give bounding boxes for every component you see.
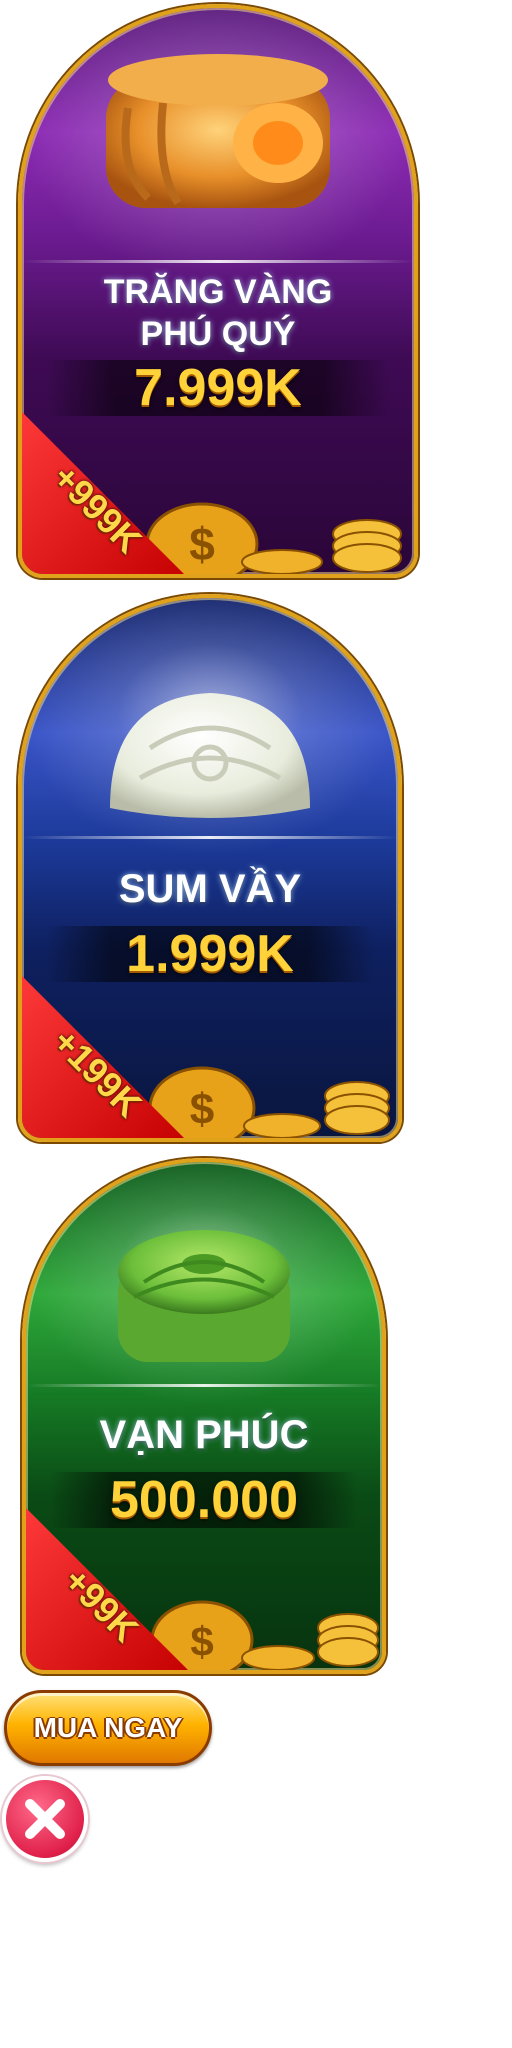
package-title: TRĂNG VÀNG — [103, 273, 333, 311]
card-divider — [26, 1384, 382, 1387]
package-title: SUM VẦY — [118, 867, 302, 911]
close-button[interactable] — [2, 1776, 88, 1862]
package-card-van-phuc[interactable]: VẠN PHÚC 500.000 $ +99K — [22, 1158, 386, 1674]
package-card-trang-vang[interactable]: TRĂNG VÀNG PHÚ QUÝ 7.999K $ +999K — [18, 4, 418, 578]
package-title-line2: PHÚ QUÝ — [140, 315, 296, 353]
package-price: 500.000 — [110, 1471, 298, 1529]
buy-now-label: MUA NGAY — [33, 1712, 183, 1743]
svg-text:$: $ — [189, 518, 215, 570]
svg-text:$: $ — [190, 1618, 213, 1665]
card-divider — [22, 260, 414, 263]
mooncake-icon — [106, 54, 330, 208]
card-divider — [22, 836, 398, 839]
price-band: 500.000 — [50, 1472, 358, 1528]
gold-coin-icon: $ — [145, 502, 402, 574]
package-price: 7.999K — [134, 359, 302, 417]
package-title: VẠN PHÚC — [99, 1413, 309, 1457]
package-price: 1.999K — [126, 925, 294, 983]
price-band: 7.999K — [46, 360, 390, 416]
price-band: 1.999K — [46, 926, 374, 982]
snowskin-mooncake-icon — [110, 693, 310, 818]
gold-coin-icon: $ — [148, 1066, 390, 1138]
buy-now-button[interactable]: MUA NGAY — [4, 1690, 212, 1766]
svg-text:$: $ — [190, 1085, 214, 1134]
close-icon — [25, 1799, 65, 1839]
green-mooncake-icon — [118, 1230, 290, 1362]
package-card-sum-vay[interactable]: SUM VẦY 1.999K $ +199K — [18, 594, 402, 1142]
